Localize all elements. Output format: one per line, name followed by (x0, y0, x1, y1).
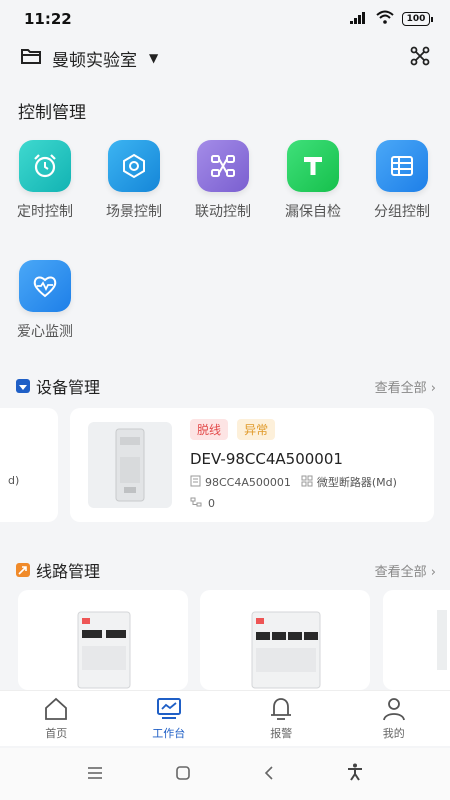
device-lines: 0 (190, 496, 215, 511)
doc-icon (190, 475, 201, 490)
device-section-icon (16, 379, 30, 393)
workbench-icon (124, 696, 214, 722)
line-view-all-link[interactable]: 查看全部 › (375, 561, 436, 580)
group-icon (376, 140, 428, 192)
breaker-4p-image (250, 610, 322, 694)
device-section-header: 设备管理 查看全部 › (16, 374, 436, 398)
bottom-nav: 首页 工作台 报警 我的 (0, 690, 450, 746)
lab-title: 曼顿实验室 (52, 50, 137, 71)
control-section-title: 控制管理 (18, 103, 86, 123)
menu-icon[interactable] (87, 765, 103, 784)
app-header: 曼顿实验室 ▼ (0, 38, 450, 78)
control-label: 分组控制 (374, 204, 430, 220)
nav-label: 报警 (270, 727, 293, 740)
device-card[interactable]: 脱线 异常 DEV-98CC4A500001 98CC4A500001 微型断路… (70, 408, 434, 522)
heart-monitor-icon (19, 260, 71, 312)
breaker-image (88, 422, 172, 508)
nav-profile[interactable]: 我的 (349, 696, 439, 741)
partial-card-text: d) (8, 474, 20, 487)
device-tags: 脱线 异常 (190, 419, 279, 440)
line-section-header: 线路管理 查看全部 › (16, 558, 436, 582)
control-label: 联动控制 (195, 204, 251, 220)
line-section-title: 线路管理 (36, 562, 101, 581)
control-item-group[interactable]: 分组控制 (357, 140, 447, 221)
device-name: DEV-98CC4A500001 (190, 450, 343, 468)
system-nav-bar (0, 748, 450, 800)
line-section-icon (16, 563, 30, 577)
view-all-label: 查看全部 (374, 564, 427, 580)
control-item-scene[interactable]: 场景控制 (89, 140, 179, 221)
home-icon (11, 696, 101, 722)
lab-selector[interactable]: 曼顿实验室 ▼ (20, 46, 158, 71)
control-label: 漏保自检 (285, 204, 341, 220)
control-item-linkage[interactable]: 联动控制 (178, 140, 268, 221)
nav-label: 工作台 (152, 727, 186, 740)
signal-icon (350, 10, 368, 28)
status-icons: 100 (350, 10, 433, 28)
grid-icon (301, 475, 313, 490)
battery-icon: 100 (402, 12, 433, 26)
line-card[interactable] (200, 590, 370, 690)
breaker-2p-image (76, 610, 132, 694)
leakage-test-icon (287, 140, 339, 192)
folder-icon (20, 47, 42, 69)
line-card-partial[interactable] (383, 590, 450, 690)
nav-workbench[interactable]: 工作台 (124, 696, 214, 741)
user-icon (349, 696, 439, 722)
accessibility-icon[interactable] (347, 763, 363, 785)
nav-label: 我的 (382, 727, 405, 740)
linkage-icon (197, 140, 249, 192)
breaker-partial-image (437, 610, 447, 670)
device-section-title: 设备管理 (36, 378, 101, 397)
alarm-bell-icon (236, 696, 326, 722)
nav-alarm[interactable]: 报警 (236, 696, 326, 741)
device-meta: 98CC4A500001 微型断路器(Md) (190, 474, 397, 490)
tag-offline: 脱线 (190, 419, 229, 440)
control-label: 定时控制 (17, 204, 73, 220)
device-view-all-link[interactable]: 查看全部 › (375, 377, 436, 396)
nav-label: 首页 (45, 727, 68, 740)
nav-home[interactable]: 首页 (11, 696, 101, 741)
wifi-icon (376, 10, 394, 28)
network-icon[interactable] (410, 46, 430, 70)
device-type: 微型断路器(Md) (316, 476, 397, 489)
control-item-timer[interactable]: 定时控制 (0, 140, 90, 221)
alarm-clock-icon (19, 140, 71, 192)
caret-down-icon: ▼ (149, 51, 159, 65)
scene-icon (108, 140, 160, 192)
back-icon[interactable] (264, 765, 274, 784)
line-card[interactable] (18, 590, 188, 690)
control-item-leakage-test[interactable]: 漏保自检 (268, 140, 358, 221)
home-square-icon[interactable] (176, 765, 191, 784)
view-all-label: 查看全部 (374, 380, 427, 396)
tag-abnormal: 异常 (237, 419, 276, 440)
device-serial: 98CC4A500001 (205, 475, 291, 489)
control-label: 爱心监测 (17, 324, 73, 340)
control-item-heart[interactable]: 爱心监测 (0, 260, 90, 341)
device-card-partial[interactable]: d) (0, 408, 58, 522)
status-bar: 11:22 100 (0, 0, 450, 38)
status-time: 11:22 (24, 10, 72, 28)
line-icon (190, 496, 202, 511)
control-label: 场景控制 (106, 204, 162, 220)
device-line-count: 0 (208, 497, 215, 510)
